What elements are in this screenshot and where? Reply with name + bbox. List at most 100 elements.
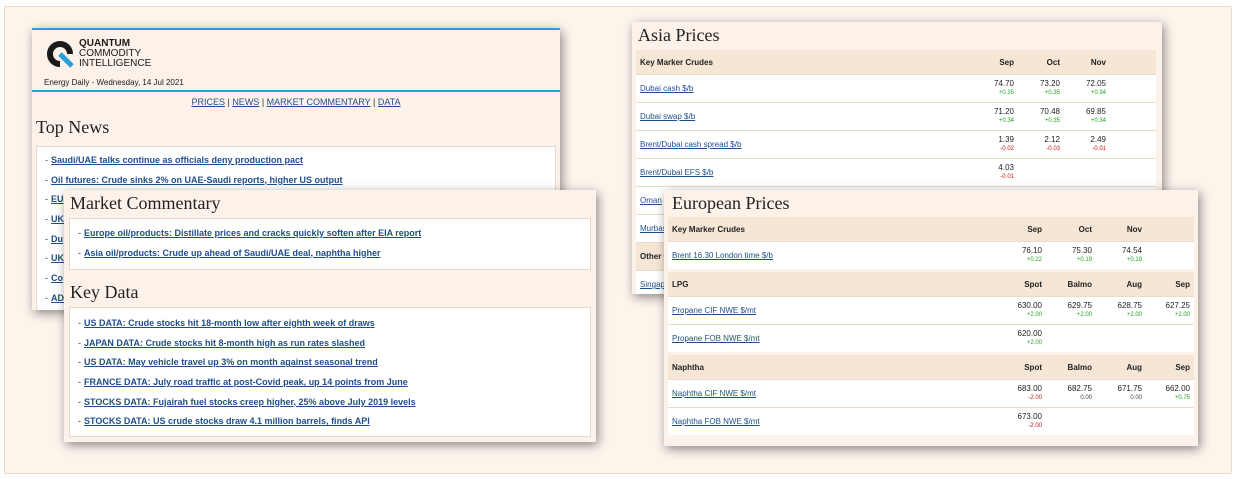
list-item: - US DATA: May vehicle travel up 3% on mo… [78,357,378,368]
news-link[interactable]: EU [51,194,64,204]
col-header: Sep [999,57,1014,67]
price-change: -0.01 [1092,146,1106,152]
price-change: +2.00 [1076,312,1092,318]
nav-prices[interactable]: PRICES [191,97,225,107]
price-cell: 72.05 +0.34 [1056,79,1106,97]
asia-section-header: Key Marker Crudes Sep Oct Nov [636,50,1156,74]
price-name-link[interactable]: Propane FOB NWE $/mt [672,334,760,343]
section-label: LPG [672,279,689,289]
price-name-link[interactable]: Naphtha CIF NWE $/mt [672,389,756,398]
price-cell: 69.85 +0.34 [1056,107,1106,125]
table-row: Brent/Dubai cash spread $/b 1.39 -0.02 2.12… [636,130,1156,158]
price-value: 75.30 [1071,246,1092,255]
data-link[interactable]: US DATA: Crude stocks hit 18-month low a… [84,318,375,328]
col-header: Aug [1126,279,1142,289]
list-item: - JAPAN DATA: Crude stocks hit 8-month hi… [78,337,366,348]
col-header: Balmo [1067,362,1092,372]
price-value: 671.75 [1117,384,1142,393]
news-link[interactable]: UK [51,253,64,263]
price-value: 73.20 [1039,79,1060,88]
nav-data[interactable]: DATA [378,97,401,107]
brand-logo[interactable] [46,40,74,68]
price-change: -0.01 [1000,174,1014,180]
top-news-title: Top News [36,117,110,137]
price-value: 662.00 [1165,384,1190,393]
price-value: 682.75 [1067,384,1092,393]
asia-section-label: Key Marker Crudes [640,57,713,67]
price-name-link[interactable]: Singap [640,280,665,289]
list-item: - Europe oil/products: Distillate prices … [78,227,422,238]
commentary-link[interactable]: Asia oil/products: Crude up ahead of Sau… [84,248,381,258]
price-value: 76.10 [1021,246,1042,255]
price-value: 683.00 [1017,384,1042,393]
price-name-link[interactable]: Dubai swap $/b [640,112,695,121]
price-name-link[interactable]: Murbas [640,224,667,233]
price-name-link[interactable]: Brent 16.30 London time $/b [672,251,773,260]
market-commentary-title: Market Commentary [70,193,221,213]
price-value: 627.25 [1165,301,1190,310]
news-link[interactable]: AD [51,293,64,303]
news-link[interactable]: Saudi/UAE talks continue as officials de… [51,155,303,165]
col-header: Balmo [1067,279,1092,289]
market-commentary-list: - Europe oil/products: Distillate prices … [69,218,591,270]
price-change: +2.00 [1026,340,1042,346]
list-item: - STOCKS DATA: US crude stocks draw 4.1 m… [78,416,370,427]
price-change: +0.22 [1026,257,1042,263]
price-cell: 662.00 +0.75 [1140,384,1190,402]
data-link[interactable]: FRANCE DATA: July road traffic at post-C… [84,377,408,387]
price-change: +0.19 [1126,257,1142,263]
price-name-link[interactable]: Naphtha FOB NWE $/mt [672,417,760,426]
nav-bar: PRICES | NEWS | MARKET COMMENTARY | DATA [191,97,401,107]
price-value: 2.12 [1044,135,1060,144]
price-cell: 630.00 +2.00 [992,301,1042,319]
price-change: +0.34 [1090,90,1106,96]
list-item: - US DATA: Crude stocks hit 18-month low … [78,317,375,328]
table-row: Brent 16.30 London time $/b 76.10 +0.22 75.… [668,241,1194,269]
data-link[interactable]: US DATA: May vehicle travel up 3% on mon… [84,357,378,367]
price-cell: 74.54 +0.19 [1092,246,1142,264]
section-header: Key Marker Crudes Sep Oct Nov [668,217,1194,241]
price-cell: 671.75 0.00 [1092,384,1142,402]
price-cell: 629.75 +2.00 [1042,301,1092,319]
price-value: 629.75 [1067,301,1092,310]
col-header: Spot [1024,362,1042,372]
price-change: -2.00 [1028,395,1042,401]
data-link[interactable]: STOCKS DATA: US crude stocks draw 4.1 mi… [84,416,370,426]
brand-wordmark: QUANTUM COMMODITY INTELLIGENCE [79,39,151,69]
price-name-link[interactable]: Brent/Dubai cash spread $/b [640,140,741,149]
brand-line3: INTELLIGENCE [79,58,152,69]
nav-news[interactable]: NEWS [232,97,259,107]
nav-market-commentary[interactable]: MARKET COMMENTARY [267,97,371,107]
price-change: +2.00 [1026,312,1042,318]
price-change: -2.00 [1028,423,1042,429]
price-cell: 673.00 -2.00 [992,412,1042,430]
price-cell: 620.00 +2.00 [992,329,1042,347]
price-cell: 682.75 0.00 [1042,384,1092,402]
price-change: +0.35 [1044,118,1060,124]
news-link[interactable]: Co [51,273,63,283]
price-name-link[interactable]: Brent/Dubai EFS $/b [640,168,713,177]
price-cell: 71.20 +0.34 [964,107,1014,125]
list-item: - STOCKS DATA: Fujairah fuel stocks creep… [78,396,416,407]
price-change: +2.00 [1174,312,1190,318]
price-cell: 2.49 -0.01 [1056,135,1106,153]
news-link[interactable]: Oil futures: Crude sinks 2% on UAE-Saudi… [51,175,343,185]
data-link[interactable]: JAPAN DATA: Crude stocks hit 8-month hig… [84,338,365,348]
price-name-link[interactable]: Propane CIF NWE $/mt [672,306,756,315]
price-change: -0.03 [1046,146,1060,152]
price-value: 1.39 [998,135,1014,144]
col-header: Nov [1126,224,1142,234]
table-row: Brent/Dubai EFS $/b 4.03 -0.01 [636,158,1156,186]
section-header: Naphtha Spot Balmo Aug Sep [668,355,1194,379]
price-name-link[interactable]: Oman [640,196,662,205]
commentary-link[interactable]: Europe oil/products: Distillate prices a… [84,228,421,238]
price-change: +0.75 [1174,395,1190,401]
price-name-link[interactable]: Dubai cash $/b [640,84,693,93]
news-link[interactable]: UK [51,214,64,224]
news-link[interactable]: Du [51,234,63,244]
header-bottom-rule [32,90,560,92]
qci-logo-icon [47,41,74,68]
list-item: - Oil futures: Crude sinks 2% on UAE-Saud… [45,174,343,185]
dateline: Energy Daily - Wednesday, 14 Jul 2021 [44,78,184,87]
data-link[interactable]: STOCKS DATA: Fujairah fuel stocks creep … [84,397,416,407]
